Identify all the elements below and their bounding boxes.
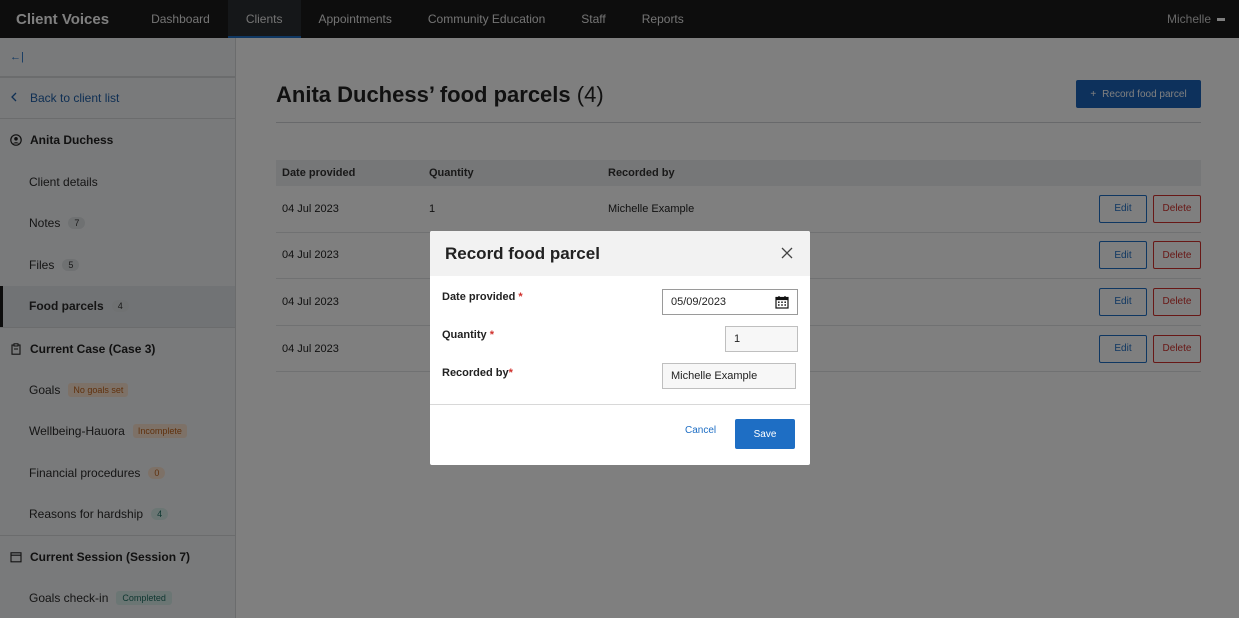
dialog-body: Date provided * 05/09/2023 Quantity * 1 … — [430, 276, 810, 405]
quantity-field[interactable]: 1 — [725, 326, 798, 352]
date-label-text: Date provided — [442, 291, 516, 303]
recorded-by-label: Recorded by* — [442, 367, 513, 379]
required-mark: * — [508, 367, 513, 379]
save-button[interactable]: Save — [735, 419, 795, 449]
date-provided-label: Date provided * — [442, 291, 523, 303]
quantity-label: Quantity * — [442, 329, 494, 341]
quantity-label-text: Quantity — [442, 329, 487, 341]
dialog-header: Record food parcel — [430, 231, 810, 276]
cancel-button[interactable]: Cancel — [685, 425, 716, 436]
required-mark: * — [518, 291, 523, 303]
calendar-icon[interactable] — [775, 295, 789, 309]
dialog-title: Record food parcel — [445, 243, 600, 263]
record-food-parcel-dialog: Record food parcel Date provided * 05/09… — [430, 231, 810, 465]
required-mark: * — [489, 329, 494, 341]
date-provided-field[interactable]: 05/09/2023 — [662, 289, 798, 315]
recorded-by-field[interactable]: Michelle Example — [662, 363, 796, 389]
recorded-label-text: Recorded by — [442, 367, 509, 379]
close-icon[interactable] — [780, 245, 794, 259]
date-value: 05/09/2023 — [671, 296, 727, 308]
dialog-footer: Cancel Save — [430, 405, 810, 465]
